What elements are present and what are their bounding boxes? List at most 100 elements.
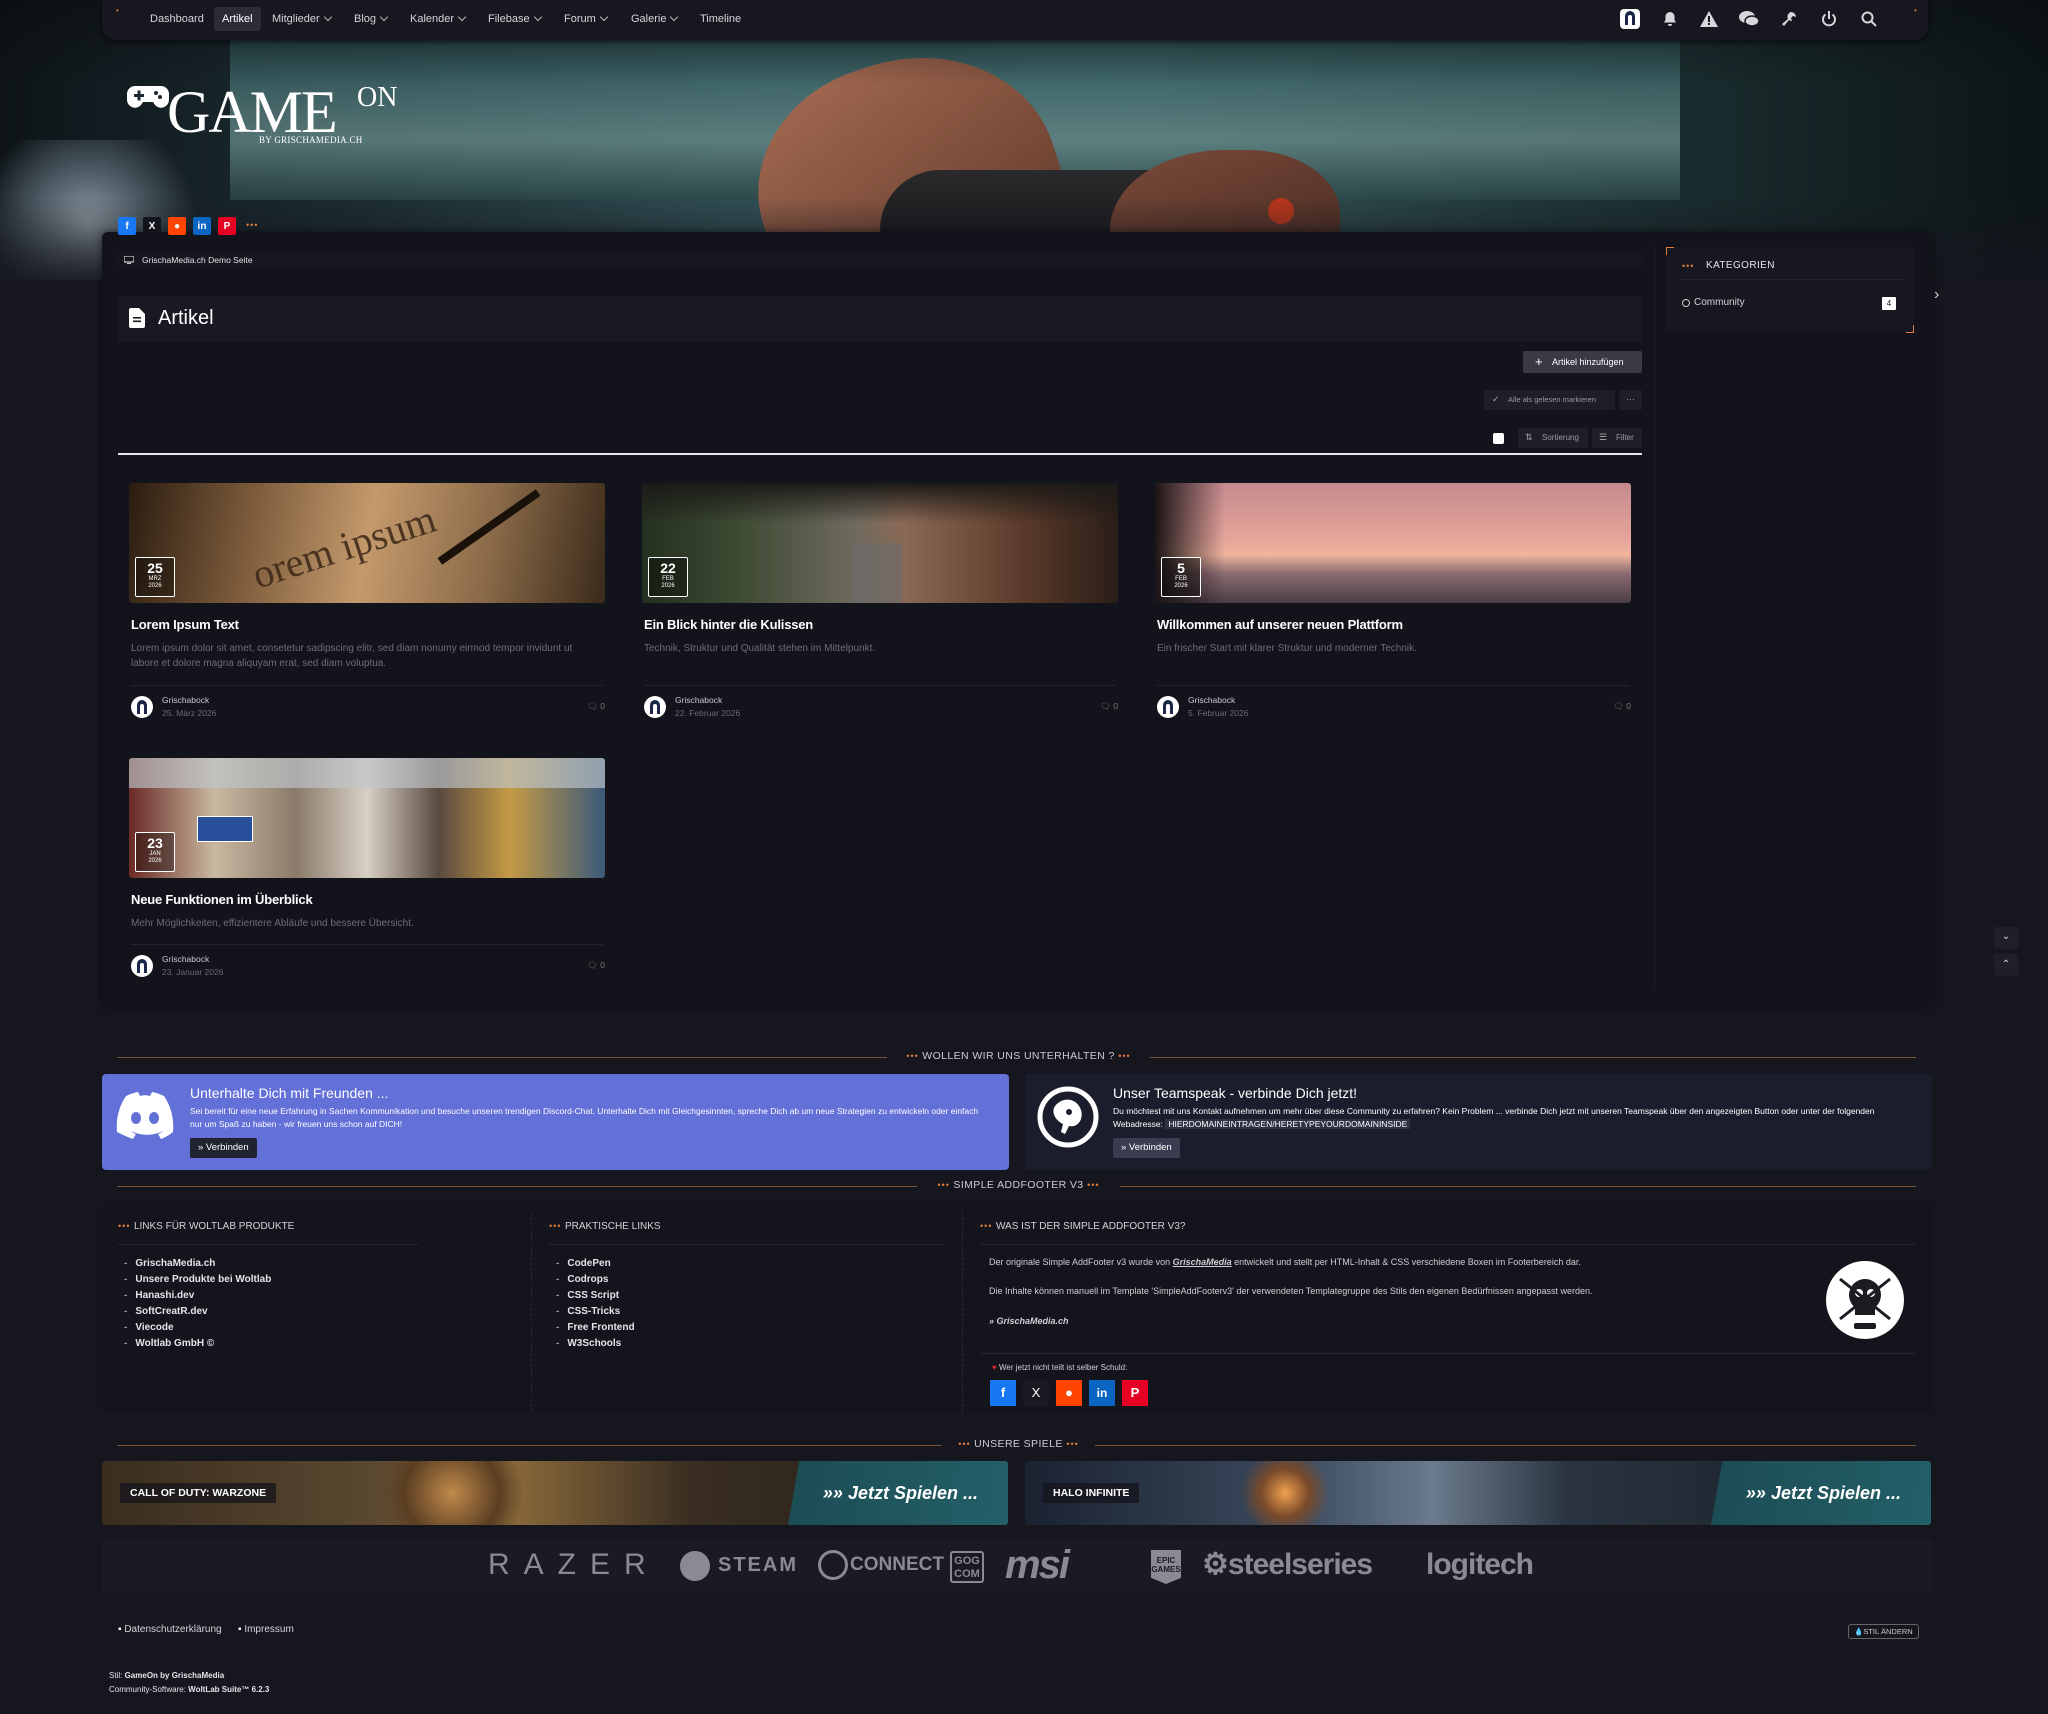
play-now-button[interactable]: »» Jetzt Spielen ... — [1705, 1461, 1931, 1525]
style-credit-link[interactable]: GameOn by GrischaMedia — [125, 1671, 225, 1680]
footer-link[interactable]: - Woltlab GmbH © — [124, 1338, 214, 1349]
game-banner-halo[interactable]: HALO INFINITE »» Jetzt Spielen ... — [1025, 1461, 1931, 1525]
site-logo[interactable]: GAME ON BY GRISCHAMEDIA.CH — [127, 78, 427, 148]
article-card[interactable]: 5 FEB 2026 Willkommen auf unserer neuen Pl… — [1155, 483, 1631, 723]
sort-button[interactable]: ⇅ Sortierung — [1518, 428, 1588, 448]
steam-logo[interactable]: STEAM — [680, 1545, 798, 1585]
nav-timeline[interactable]: Timeline — [692, 7, 749, 31]
gog-logo[interactable]: GOG COM — [950, 1551, 984, 1583]
footer-link[interactable]: - Hanashi.dev — [124, 1290, 194, 1301]
comments-count[interactable]: 🗨 0 — [587, 701, 605, 712]
user-avatar-icon[interactable] — [1619, 8, 1641, 30]
footer-link[interactable]: - Unsere Produkte bei Woltlab — [124, 1274, 271, 1285]
more-options-button[interactable]: ··· — [1619, 390, 1642, 410]
footer-link[interactable]: - CodePen — [556, 1258, 611, 1269]
author-name[interactable]: Grischabock — [162, 695, 209, 705]
software-credit-link[interactable]: WoltLab Suite™ 6.2.3 — [188, 1685, 269, 1694]
privacy-link[interactable]: ▪ Datenschutzerklärung — [118, 1624, 222, 1635]
author-avatar[interactable] — [131, 696, 153, 718]
article-title[interactable]: Neue Funktionen im Überblick — [131, 892, 313, 907]
connect-logo[interactable]: CONNECT — [818, 1545, 944, 1585]
double-chevron-icon: »» — [1745, 1483, 1771, 1503]
discord-banner: Unterhalte Dich mit Freunden ... Sei ber… — [102, 1074, 1009, 1170]
teamspeak-connect-button[interactable]: » Verbinden — [1113, 1138, 1180, 1158]
comments-count[interactable]: 🗨 0 — [1100, 701, 1118, 712]
section-rule — [1120, 1186, 1916, 1187]
play-now-button[interactable]: »» Jetzt Spielen ... — [782, 1461, 1008, 1525]
comments-count[interactable]: 🗨 0 — [587, 960, 605, 971]
x-share-icon[interactable]: X — [1023, 1380, 1049, 1406]
razer-logo[interactable]: RAZER — [488, 1545, 660, 1585]
category-item-community[interactable]: Community 4 — [1682, 297, 1904, 311]
bell-icon[interactable] — [1659, 8, 1681, 30]
date-badge: 23 JAN 2026 — [135, 832, 175, 872]
footer-link[interactable]: - SoftCreatR.dev — [124, 1306, 208, 1317]
article-card[interactable]: 22 FEB 2026 Ein Blick hinter die Kulissen … — [642, 483, 1118, 723]
steelseries-logo[interactable]: ⚙steelseries — [1202, 1545, 1373, 1585]
scroll-down-button[interactable]: ⌄ — [1994, 927, 2018, 949]
nav-galerie[interactable]: Galerie — [623, 7, 685, 31]
reddit-share-icon[interactable]: ● — [168, 217, 186, 235]
footer-link[interactable]: - Free Frontend — [556, 1322, 635, 1333]
article-card[interactable]: orem ipsum 25 MRZ 2026 Lorem Ipsum Text Lo… — [129, 483, 605, 723]
nav-dashboard[interactable]: Dashboard — [142, 7, 212, 31]
author-avatar[interactable] — [131, 955, 153, 977]
sidebar-toggle-chevron-icon[interactable]: › — [1934, 286, 1939, 304]
comments-count[interactable]: 🗨 0 — [1613, 701, 1631, 712]
power-icon[interactable] — [1818, 8, 1840, 30]
search-icon[interactable] — [1858, 8, 1880, 30]
linkedin-share-icon[interactable]: in — [193, 217, 211, 235]
author-name[interactable]: Grischabock — [1188, 695, 1235, 705]
footer-link[interactable]: - CSS Script — [556, 1290, 619, 1301]
scroll-up-button[interactable]: ⌃ — [1994, 954, 2018, 976]
reddit-share-icon[interactable]: ● — [1056, 1380, 1082, 1406]
section-rule — [117, 1057, 887, 1058]
filter-button[interactable]: ☰ Filter — [1592, 428, 1642, 448]
teamspeak-address[interactable]: HIERDOMAINEINTRAGEN/HERETYPEYOURDOMAININ… — [1165, 1119, 1411, 1129]
chat-icon[interactable] — [1738, 8, 1760, 30]
author-avatar[interactable] — [1157, 696, 1179, 718]
author-name[interactable]: Grischabock — [162, 954, 209, 964]
nav-artikel[interactable]: Artikel — [214, 7, 261, 31]
footer-link[interactable]: - GrischaMedia.ch — [124, 1258, 215, 1269]
game-banner-warzone[interactable]: CALL OF DUTY: WARZONE »» Jetzt Spielen .… — [102, 1461, 1008, 1525]
discord-connect-button[interactable]: » Verbinden — [190, 1138, 257, 1158]
wrench-icon[interactable] — [1778, 8, 1800, 30]
article-title[interactable]: Lorem Ipsum Text — [131, 617, 239, 632]
category-count-badge: 4 — [1882, 297, 1896, 310]
facebook-share-icon[interactable]: f — [990, 1380, 1016, 1406]
mark-all-read-button[interactable]: ✓ Alle als gelesen markieren — [1484, 390, 1615, 410]
footer-about-link[interactable]: » GrischaMedia.ch — [989, 1316, 1069, 1326]
breadcrumb-link[interactable]: GrischaMedia.ch Demo Seite — [142, 255, 253, 265]
warning-icon[interactable] — [1698, 8, 1720, 30]
author-name[interactable]: Grischabock — [675, 695, 722, 705]
linkedin-share-icon[interactable]: in — [1089, 1380, 1115, 1406]
pinterest-share-icon[interactable]: P — [1122, 1380, 1148, 1406]
msi-logo[interactable]: msi — [1005, 1545, 1070, 1585]
x-share-icon[interactable]: X — [143, 217, 161, 235]
footer-link[interactable]: - Codrops — [556, 1274, 608, 1285]
software-credit: Community-Software: WoltLab Suite™ 6.2.3 — [109, 1685, 270, 1694]
article-title[interactable]: Willkommen auf unserer neuen Plattform — [1157, 617, 1403, 632]
facebook-share-icon[interactable]: f — [118, 217, 136, 235]
pinterest-share-icon[interactable]: P — [218, 217, 236, 235]
add-article-button[interactable]: + Artikel hinzufügen — [1523, 351, 1642, 373]
author-avatar[interactable] — [644, 696, 666, 718]
select-all-checkbox[interactable] — [1493, 433, 1504, 444]
nav-kalender[interactable]: Kalender — [402, 7, 473, 31]
epic-games-logo[interactable]: EPIC GAMES — [1151, 1550, 1181, 1584]
footer-link[interactable]: - CSS-Tricks — [556, 1306, 620, 1317]
nav-filebase[interactable]: Filebase — [480, 7, 549, 31]
footer-link[interactable]: - Viecode — [124, 1322, 174, 1333]
nav-forum[interactable]: Forum — [556, 7, 615, 31]
imprint-link[interactable]: ▪ Impressum — [238, 1624, 294, 1635]
chevron-down-icon — [599, 12, 609, 22]
change-style-button[interactable]: 💧STIL ÄNDERN — [1848, 1624, 1919, 1639]
logitech-logo[interactable]: logitech — [1426, 1545, 1534, 1585]
nav-blog[interactable]: Blog — [346, 7, 395, 31]
more-share-dots[interactable]: ••• — [246, 220, 258, 230]
nav-mitglieder[interactable]: Mitglieder — [264, 7, 339, 31]
article-card[interactable]: 23 JAN 2026 Neue Funktionen im Überblick M… — [129, 758, 605, 988]
article-title[interactable]: Ein Blick hinter die Kulissen — [644, 617, 813, 632]
footer-link[interactable]: - W3Schools — [556, 1338, 621, 1349]
